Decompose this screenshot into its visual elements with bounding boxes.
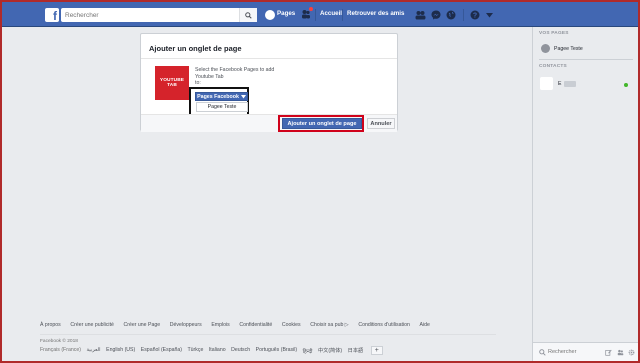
account-menu-chevron-down-icon[interactable] (483, 9, 495, 21)
footer-links: À propos Créer une publicité Créer une P… (40, 322, 496, 328)
footer-link[interactable]: Créer une publicité (70, 322, 114, 328)
chevron-down-icon (240, 94, 246, 98)
dialog-info: Select the Facebook Pages to add Youtube… (195, 67, 274, 87)
language-link[interactable]: 日本語 (348, 347, 364, 355)
divider (463, 9, 464, 21)
online-status-dot (624, 83, 628, 87)
search-input[interactable] (61, 8, 237, 22)
profile-link[interactable]: Pages (277, 10, 295, 17)
instruction-text: Select the Facebook Pages to add (195, 67, 275, 73)
dropdown-option-page[interactable]: Pagee Teste (196, 102, 248, 112)
footer-link[interactable]: À propos (40, 322, 61, 328)
find-friends-link[interactable]: Retrouver des amis (347, 10, 404, 17)
add-page-tab-dialog: Ajouter un onglet de page YOUTUBE TAB Se… (140, 33, 398, 132)
language-link[interactable]: 中文(简体) (318, 347, 342, 355)
sidebar-item-page[interactable]: Pagee Teste (554, 46, 583, 52)
search-icon (245, 11, 252, 19)
dialog-title: Ajouter un onglet de page (149, 44, 242, 53)
top-navigation-bar: f Pages Accueil Retrouver des amis ? (2, 2, 638, 27)
footer-link[interactable]: Aide (419, 322, 429, 328)
language-link[interactable]: Deutsch (231, 347, 250, 355)
language-link[interactable]: العربية (86, 347, 100, 355)
language-list: Français (France) العربية English (US) E… (40, 346, 383, 355)
more-languages-button[interactable]: + (370, 346, 383, 355)
dropdown-label: Pages Facebook (197, 93, 239, 100)
footer-link[interactable]: Cookies (282, 322, 301, 328)
facebook-logo[interactable]: f (45, 8, 59, 22)
cancel-button[interactable]: Annuler (367, 118, 395, 129)
divider (315, 9, 316, 21)
divider (141, 58, 397, 59)
svg-text:?: ? (473, 13, 477, 20)
search-icon (539, 349, 546, 356)
help-icon[interactable]: ? (469, 9, 481, 21)
current-language: Français (France) (40, 347, 81, 353)
gear-icon[interactable] (628, 349, 635, 356)
chat-search-input[interactable] (548, 347, 598, 357)
language-link[interactable]: Italiano (209, 347, 226, 355)
notification-dot (309, 7, 313, 11)
add-page-tab-button[interactable]: Ajouter un onglet de page (282, 118, 362, 129)
divider (40, 334, 496, 335)
app-name: Youtube Tab (195, 73, 224, 80)
footer-link[interactable]: Confidentialité (239, 322, 272, 328)
footer-link[interactable]: Emplois (211, 322, 229, 328)
footer-link[interactable]: Conditions d'utilisation (358, 322, 409, 328)
group-icon[interactable] (617, 349, 624, 356)
footer-link[interactable]: Créer une Page (124, 322, 161, 328)
chat-search-bar (533, 342, 638, 361)
contact-avatar[interactable] (540, 77, 553, 90)
home-link[interactable]: Accueil (320, 10, 342, 17)
search-box (61, 8, 257, 22)
contact-name[interactable]: E (558, 81, 561, 87)
page-avatar (541, 44, 550, 53)
divider (539, 59, 633, 60)
language-link[interactable]: Português (Brasil) (256, 347, 298, 355)
contacts-heading: CONTACTS (539, 64, 567, 69)
language-link[interactable]: Español (España) (141, 347, 182, 355)
app-logo-image: YOUTUBE TAB (155, 66, 189, 100)
new-message-icon[interactable] (605, 349, 612, 356)
footer-link[interactable]: Développeurs (170, 322, 202, 328)
avatar[interactable] (265, 10, 275, 20)
your-pages-heading: VOS PAGES (539, 31, 569, 36)
contact-name-redacted (564, 81, 576, 87)
to-label: to: (195, 80, 201, 87)
footer-link[interactable]: Choisir sa pub ▷ (310, 322, 349, 328)
notifications-globe-icon[interactable] (445, 9, 457, 21)
language-link[interactable]: English (US) (106, 347, 135, 355)
friend-requests-icon[interactable] (414, 9, 426, 21)
search-button[interactable] (239, 8, 257, 22)
right-sidebar: VOS PAGES Pagee Teste CONTACTS E (532, 27, 638, 361)
language-link[interactable]: हिन्दी (303, 347, 313, 355)
divider (342, 9, 343, 21)
messenger-icon[interactable] (430, 9, 442, 21)
pages-dropdown-button[interactable]: Pages Facebook (195, 92, 248, 101)
language-link[interactable]: Türkçe (188, 347, 204, 355)
copyright: Facebook © 2018 (40, 339, 78, 344)
